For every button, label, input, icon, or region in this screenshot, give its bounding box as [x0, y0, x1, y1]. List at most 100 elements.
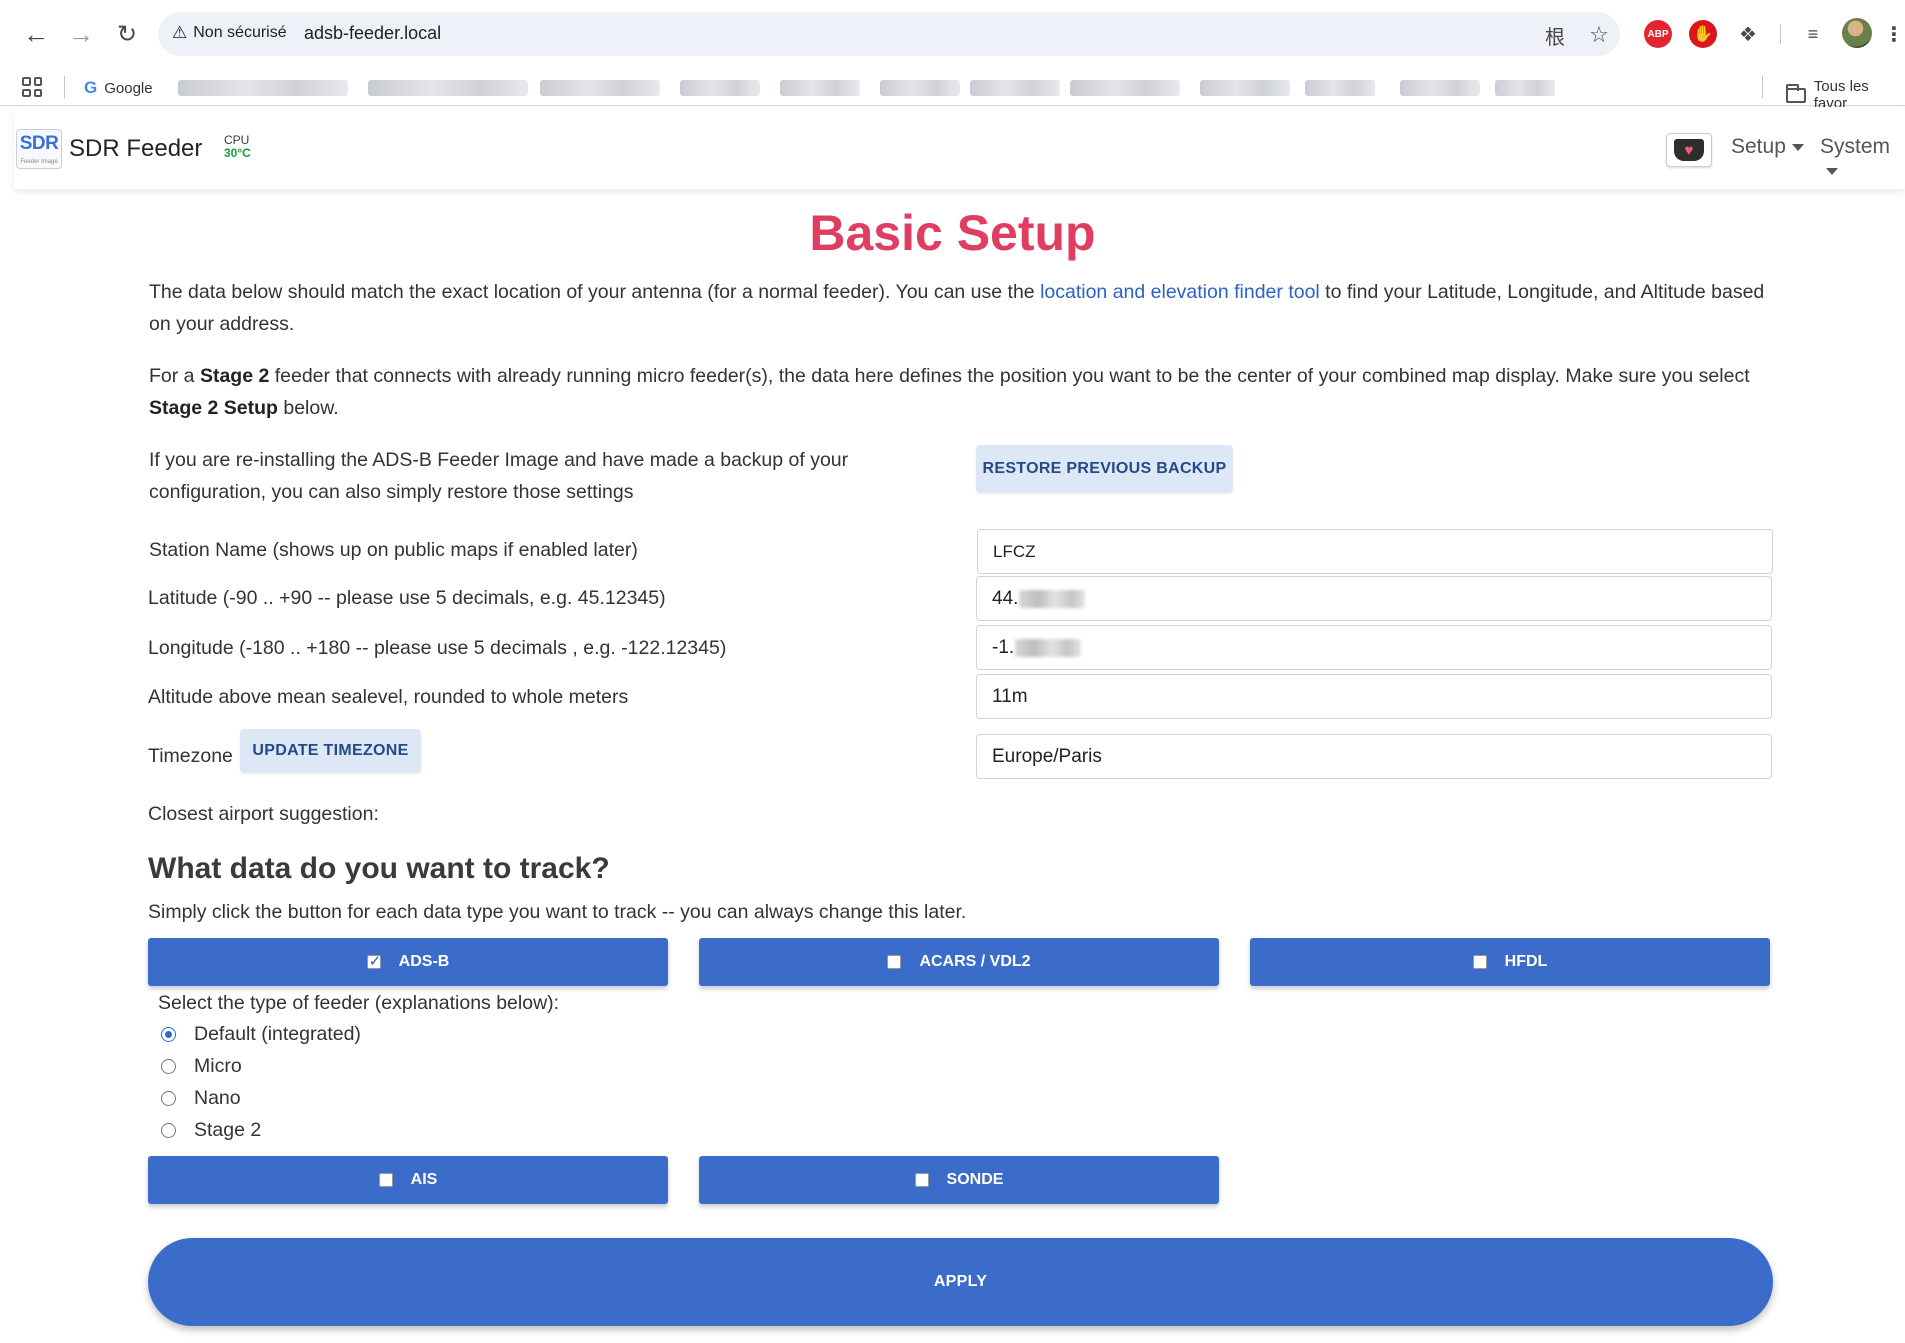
- app-navbar: SDR Feeder Image SDR Feeder CPU 30°C ♥ S…: [14, 107, 1905, 189]
- stage2-setup-bold: Stage 2 Setup: [149, 397, 278, 419]
- feeder-type-label-default: Default (integrated): [194, 1023, 361, 1045]
- setup-menu-label: Setup: [1731, 135, 1786, 158]
- page-title: Basic Setup: [809, 205, 1096, 261]
- update-timezone-button[interactable]: UPDATE TIMEZONE: [240, 729, 421, 773]
- sonde-toggle-button[interactable]: SONDE: [699, 1156, 1219, 1204]
- altitude-input[interactable]: 11m: [976, 674, 1772, 719]
- location-finder-link[interactable]: location and elevation finder tool: [1040, 281, 1320, 303]
- bookmark-item[interactable]: [970, 80, 1060, 96]
- bookmark-item[interactable]: [1495, 80, 1555, 96]
- feeder-type-nano[interactable]: Nano: [161, 1087, 241, 1110]
- bookmark-google[interactable]: G Google: [84, 78, 153, 98]
- checkbox-icon: [366, 952, 381, 970]
- altitude-label: Altitude above mean sealevel, rounded to…: [148, 686, 629, 708]
- adsb-toggle-button[interactable]: ADS-B: [148, 938, 668, 986]
- profile-avatar[interactable]: [1842, 18, 1872, 48]
- adsb-label: ADS-B: [398, 953, 450, 970]
- security-indicator[interactable]: ⚠ Non sécurisé: [172, 23, 287, 43]
- checkbox-icon: [887, 955, 902, 969]
- extensions-puzzle-icon[interactable]: ❖: [1734, 20, 1762, 48]
- feeder-type-micro[interactable]: Micro: [161, 1055, 242, 1078]
- checkbox-icon: [914, 1173, 929, 1187]
- kofi-support-button[interactable]: ♥: [1666, 133, 1712, 167]
- caret-down-icon: [1826, 167, 1838, 175]
- stage2-text: For a: [149, 365, 200, 387]
- checkbox-icon: [378, 1173, 393, 1187]
- bookmark-item[interactable]: [368, 80, 528, 96]
- bookmark-item[interactable]: [1200, 80, 1290, 96]
- bookmark-google-label: Google: [104, 79, 153, 97]
- back-arrow-icon[interactable]: ←: [19, 17, 53, 51]
- apps-grid-icon[interactable]: [22, 77, 42, 97]
- blurred-value: [1019, 589, 1086, 608]
- timezone-label: Timezone: [148, 745, 233, 767]
- radio-icon[interactable]: [161, 1059, 176, 1074]
- media-queue-icon[interactable]: ≡: [1799, 20, 1827, 48]
- ais-toggle-button[interactable]: AIS: [148, 1156, 668, 1204]
- ais-label: AIS: [410, 1171, 438, 1188]
- reload-icon[interactable]: ↻: [110, 17, 144, 51]
- bookmark-item[interactable]: [1400, 80, 1480, 96]
- stage2-text-end: below.: [277, 397, 339, 419]
- feeder-type-label: Select the type of feeder (explanations …: [158, 992, 560, 1014]
- sonde-label: SONDE: [946, 1171, 1004, 1188]
- latitude-input[interactable]: 44.: [976, 576, 1772, 621]
- adblock-plus-icon[interactable]: ABP: [1644, 20, 1672, 48]
- bookmark-item[interactable]: [1305, 80, 1375, 96]
- brand-title[interactable]: SDR Feeder: [69, 135, 202, 163]
- longitude-label: Longitude (-180 .. +180 -- please use 5 …: [148, 637, 727, 659]
- setup-menu[interactable]: Setup: [1731, 135, 1804, 159]
- bookmark-item[interactable]: [880, 80, 960, 96]
- bookmark-star-icon[interactable]: ☆: [1586, 22, 1612, 48]
- forward-arrow-icon[interactable]: →: [64, 17, 98, 51]
- url-text[interactable]: adsb-feeder.local: [304, 23, 441, 44]
- stage2-paragraph: For a Stage 2 feeder that connects with …: [149, 360, 1769, 424]
- hfdl-toggle-button[interactable]: HFDL: [1250, 938, 1770, 986]
- radio-selected-icon[interactable]: [161, 1027, 176, 1042]
- security-label: Non sécurisé: [193, 24, 287, 41]
- bookmark-item[interactable]: [780, 80, 860, 96]
- radio-icon[interactable]: [161, 1091, 176, 1106]
- feeder-type-label-stage2: Stage 2: [194, 1119, 262, 1141]
- caret-down-icon: [1791, 143, 1804, 151]
- latitude-value: 44.: [992, 587, 1019, 609]
- stage2-text-mid: feeder that connects with already runnin…: [269, 365, 1750, 387]
- checkbox-icon: [1472, 955, 1487, 969]
- bookmarks-divider: [64, 76, 65, 98]
- acars-vdl2-toggle-button[interactable]: ACARS / VDL2: [699, 938, 1219, 986]
- feeder-type-stage2[interactable]: Stage 2: [161, 1119, 261, 1142]
- bookmark-item[interactable]: [540, 80, 660, 96]
- system-menu[interactable]: System: [1820, 135, 1905, 183]
- address-bar[interactable]: ⚠ Non sécurisé adsb-feeder.local 根 ☆: [158, 12, 1620, 56]
- stage2-bold: Stage 2: [199, 365, 270, 387]
- feeder-type-default[interactable]: Default (integrated): [161, 1023, 361, 1046]
- hfdl-label: HFDL: [1504, 953, 1548, 970]
- radio-icon[interactable]: [161, 1123, 176, 1138]
- station-name-input[interactable]: LFCZ: [977, 529, 1773, 574]
- sdr-feeder-logo[interactable]: SDR Feeder Image: [16, 129, 62, 169]
- bookmarks-bar: G Google Tous les favor: [0, 68, 1905, 112]
- bookmark-item[interactable]: [178, 80, 348, 96]
- cpu-temp-value: 30°C: [224, 146, 251, 160]
- restore-backup-button[interactable]: RESTORE PREVIOUS BACKUP: [976, 445, 1233, 493]
- logo-subtext: Feeder Image: [20, 159, 58, 165]
- apply-button[interactable]: APPLY: [148, 1238, 1773, 1326]
- longitude-input[interactable]: -1.: [976, 625, 1772, 670]
- bookmarks-divider: [1762, 76, 1763, 98]
- bookmark-item[interactable]: [680, 80, 760, 96]
- warning-triangle-icon: ⚠: [172, 23, 188, 42]
- timezone-input[interactable]: Europe/Paris: [976, 734, 1772, 779]
- logo-text: SDR: [19, 133, 59, 154]
- restore-paragraph: If you are re-installing the ADS-B Feede…: [149, 449, 849, 503]
- bookmark-item[interactable]: [1070, 80, 1180, 96]
- cpu-temperature: CPU 30°C: [224, 134, 251, 160]
- feeder-type-label-micro: Micro: [194, 1055, 242, 1077]
- ublock-icon[interactable]: ✋: [1689, 20, 1717, 48]
- closest-airport-label: Closest airport suggestion:: [148, 803, 379, 825]
- station-name-label: Station Name (shows up on public maps if…: [149, 539, 638, 561]
- intro-text: The data below should match the exact lo…: [149, 281, 1041, 303]
- translate-icon[interactable]: 根: [1542, 22, 1568, 49]
- browser-toolbar: ← → ↻ ⚠ Non sécurisé adsb-feeder.local 根…: [0, 0, 1905, 68]
- folder-icon: [1786, 83, 1806, 103]
- more-menu-icon[interactable]: ⋮: [1884, 20, 1904, 48]
